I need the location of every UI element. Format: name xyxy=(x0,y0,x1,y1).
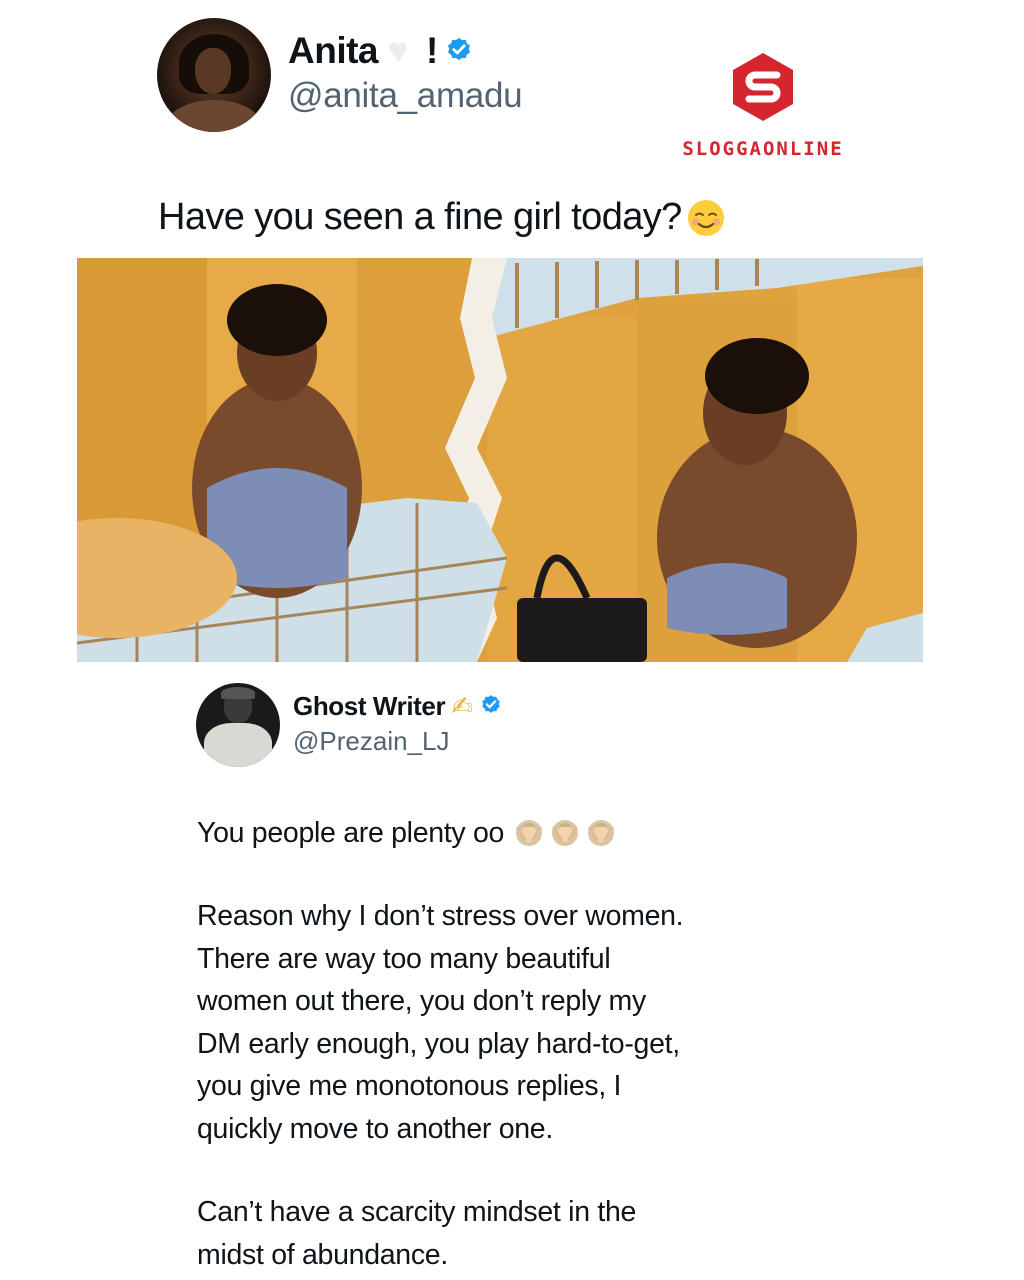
tweet-text-content: Have you seen a fine girl today? xyxy=(158,196,682,238)
quoted-author-avatar[interactable] xyxy=(196,683,280,767)
avatar-shoulders xyxy=(167,100,261,132)
quoted-paragraph-1: You people are plenty oo xyxy=(197,812,616,855)
paragraph-line: Can’t have a scarcity mindset in the xyxy=(197,1196,637,1228)
quoted-author-name[interactable]: Ghost Writer xyxy=(293,691,446,722)
avatar-body xyxy=(204,723,272,767)
smiling-face-icon xyxy=(686,198,726,238)
person-gesturing-no-icon xyxy=(586,818,616,848)
author-name-row[interactable]: Anita ♥ ! xyxy=(288,26,474,76)
person-gesturing-no-icon xyxy=(550,818,580,848)
paragraph-line: DM early enough, you play hard-to-get, xyxy=(197,1027,680,1060)
person-gesturing-no-icon xyxy=(514,818,544,848)
author-handle[interactable]: @anita_amadu xyxy=(288,76,523,116)
verified-badge-icon xyxy=(444,34,474,69)
verified-badge-icon xyxy=(479,692,503,721)
paragraph-line: you give me monotonous replies, I xyxy=(197,1070,622,1103)
paragraph-line: midst of abundance. xyxy=(197,1238,448,1271)
writing-hand-icon: ✍ xyxy=(451,691,473,721)
paragraph-line: quickly move to another one. xyxy=(197,1112,553,1145)
tweet-photo[interactable] xyxy=(77,258,923,662)
avatar-cap xyxy=(221,687,255,699)
avatar-face xyxy=(195,48,231,94)
watermark-brand: SLOGGAONLINE xyxy=(682,138,844,160)
sloggaonline-logo-icon xyxy=(727,51,799,123)
tweet-text: Have you seen a fine girl today? xyxy=(158,196,726,239)
author-avatar[interactable] xyxy=(157,18,271,132)
white-heart-icon: ♥ xyxy=(388,32,409,70)
paragraph-line: women out there, you don’t reply my xyxy=(197,985,646,1018)
author-name[interactable]: Anita xyxy=(288,30,379,72)
quoted-paragraph-3: Can’t have a scarcity mindset in the mid… xyxy=(197,1191,636,1276)
quoted-author-name-row[interactable]: Ghost Writer ✍ xyxy=(293,688,503,724)
quoted-paragraph-1-text: You people are plenty oo xyxy=(197,817,505,849)
quoted-author-handle[interactable]: @Prezain_LJ xyxy=(293,726,449,757)
quoted-paragraph-2: Reason why I don’t stress over women. Th… xyxy=(197,895,684,1151)
author-name-suffix: ! xyxy=(426,30,439,71)
paragraph-line: There are way too many beautiful xyxy=(197,942,611,975)
paragraph-line: Reason why I don’t stress over women. xyxy=(197,900,684,932)
